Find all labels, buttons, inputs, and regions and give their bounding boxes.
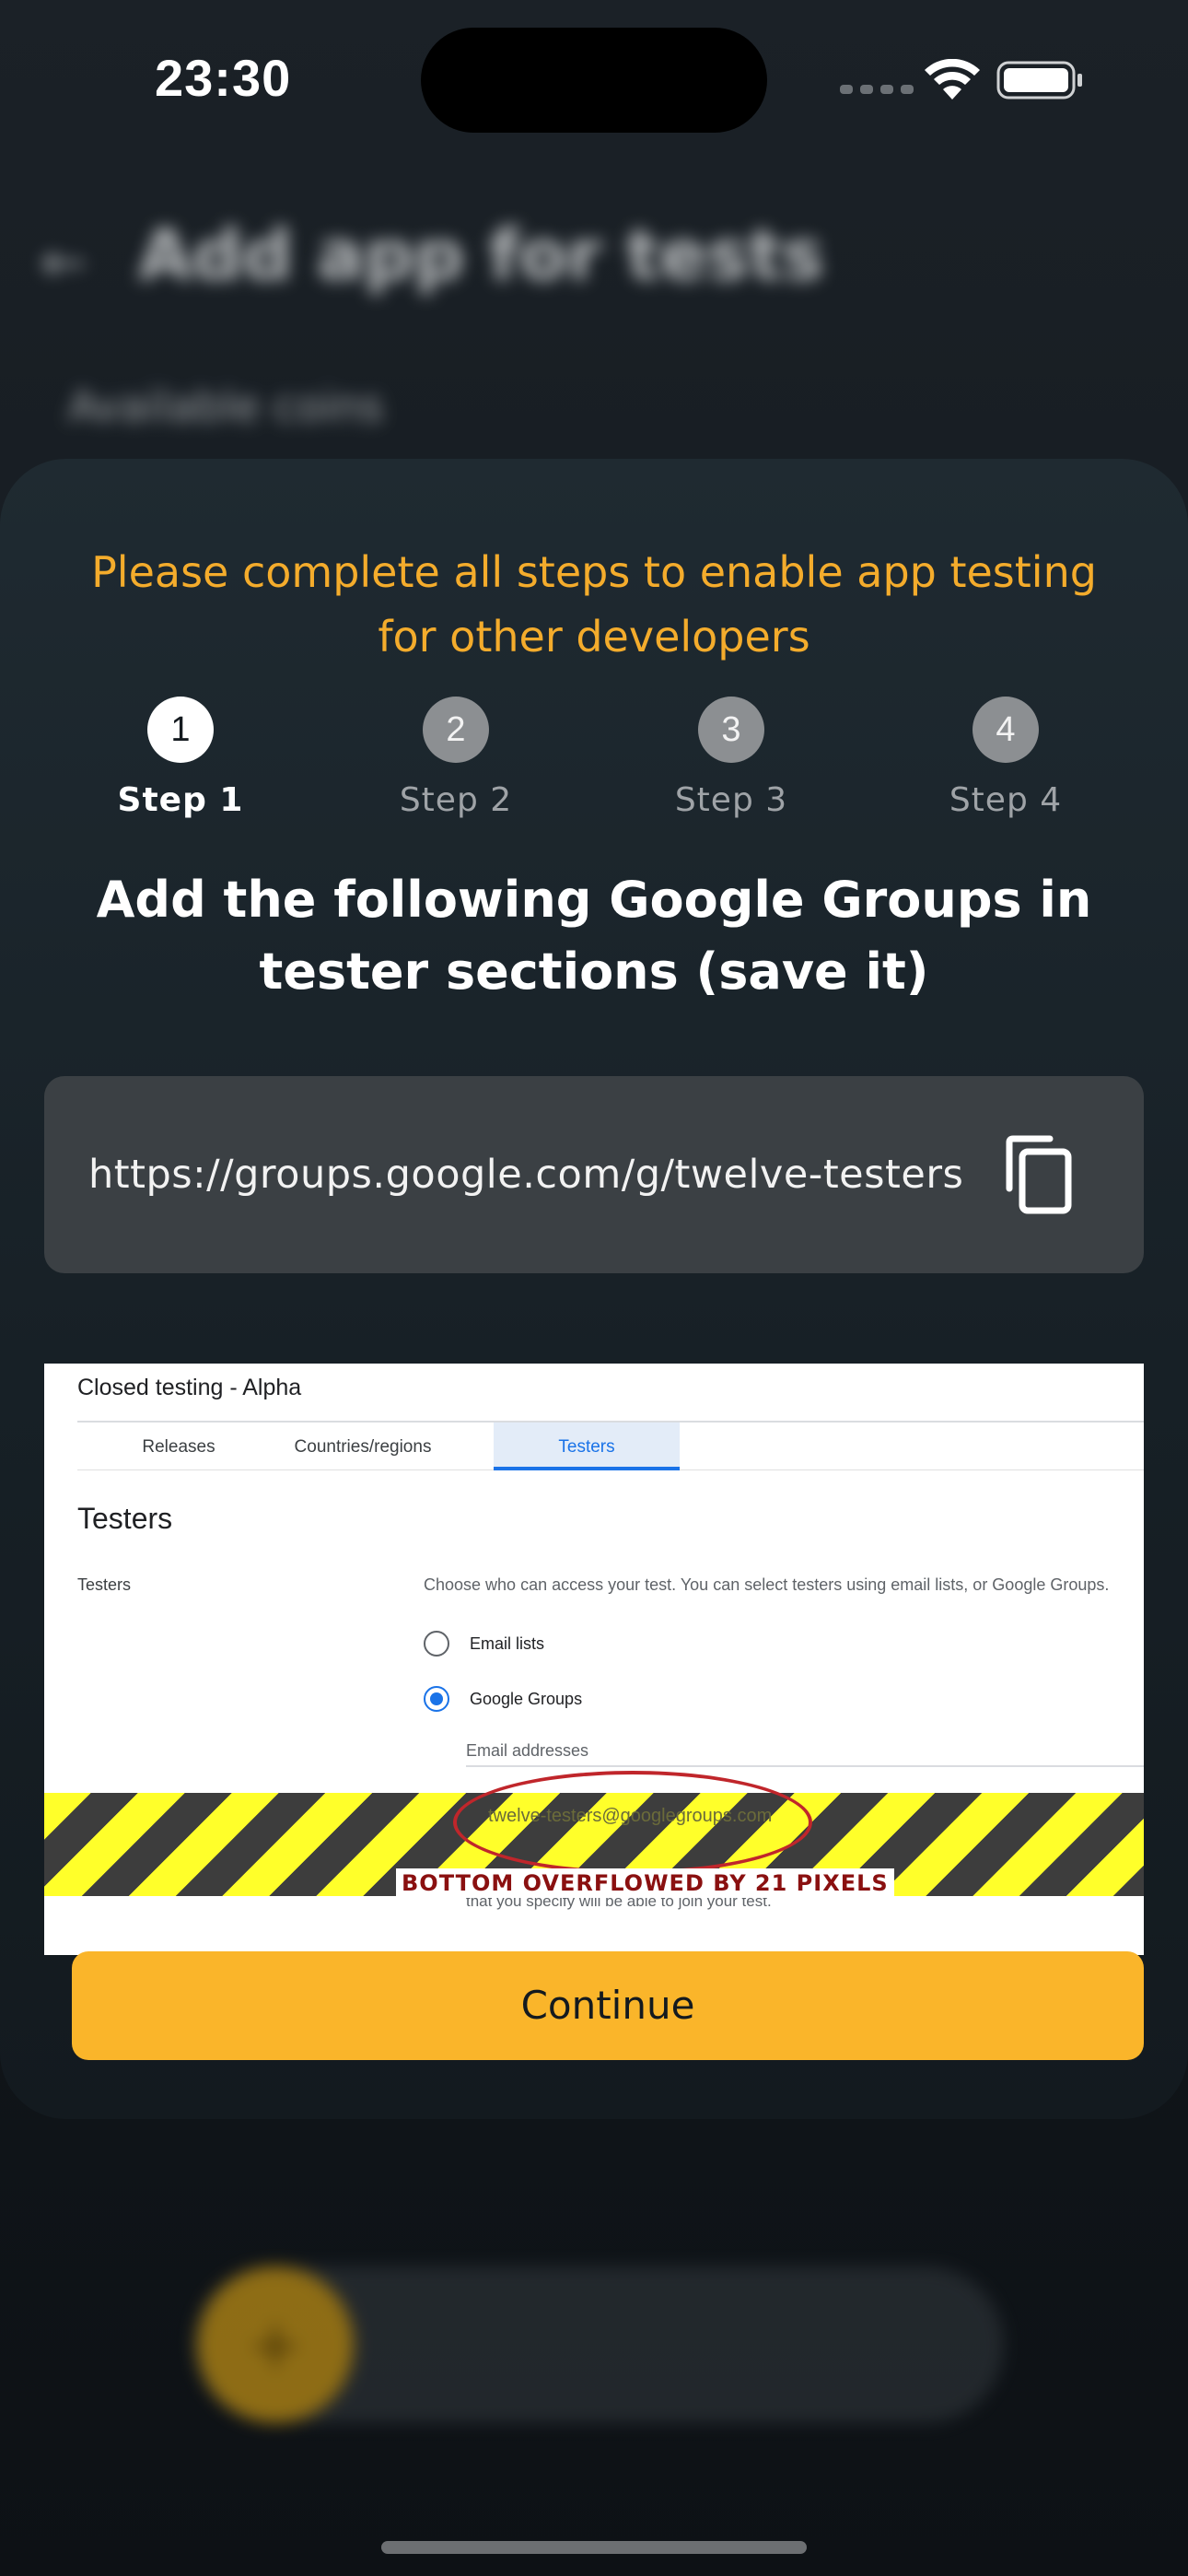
email-lists-label: Email lists: [470, 1634, 545, 1653]
step-number: 2: [423, 697, 489, 763]
step-label: Step 4: [949, 781, 1063, 819]
back-arrow-icon[interactable]: ←: [41, 230, 87, 295]
step-3[interactable]: 3 Step 3: [621, 697, 842, 819]
guide-left-label: Testers: [77, 1575, 132, 1594]
step-number: 3: [698, 697, 764, 763]
group-link[interactable]: https://groups.google.com/g/twelve-teste…: [88, 1152, 963, 1198]
step-2[interactable]: 2 Step 2: [345, 697, 566, 819]
dynamic-island: [421, 28, 767, 133]
guide-tabs: Releases Countries/regions Testers: [77, 1423, 1144, 1470]
stepper: 1 Step 1 2 Step 2 3 Step 3 4 Step 4: [0, 697, 1188, 835]
step-4[interactable]: 4 Step 4: [895, 697, 1116, 819]
battery-icon: [996, 61, 1082, 100]
step-1[interactable]: 1 Step 1: [70, 697, 291, 819]
step-label: Step 1: [117, 781, 244, 819]
status-time: 23:30: [155, 49, 292, 107]
cellular-signal-icon: [840, 85, 914, 94]
add-icon: +: [197, 2266, 354, 2423]
tab-countries-regions: Countries/regions: [294, 1437, 432, 1457]
step-label: Step 2: [399, 781, 513, 819]
email-addresses-field: [466, 1765, 1144, 1767]
highlight-oval: [453, 1771, 812, 1874]
google-groups-label: Google Groups: [470, 1690, 583, 1708]
guide-heading: Testers: [77, 1502, 173, 1535]
wifi-icon: [925, 59, 980, 100]
email-addresses-label: Email addresses: [466, 1741, 589, 1760]
status-bar: 23:30: [0, 0, 1188, 157]
group-link-box: https://groups.google.com/g/twelve-teste…: [44, 1076, 1144, 1273]
google-groups-radio: [424, 1686, 449, 1712]
step-label: Step 3: [674, 781, 788, 819]
step-instruction: Add the following Google Groups in teste…: [96, 871, 1092, 1001]
available-coins-label: Available coins: [68, 381, 384, 431]
guide-screenshot-title: Closed testing - Alpha: [77, 1375, 302, 1400]
email-lists-radio: [424, 1631, 449, 1657]
steps-dialog: Please complete all steps to enable app …: [0, 459, 1188, 2119]
tab-releases: Releases: [142, 1437, 215, 1457]
continue-button[interactable]: Continue: [72, 1951, 1144, 2060]
step-number: 4: [973, 697, 1039, 763]
guide-description: Choose who can access your test. You can…: [424, 1575, 1110, 1594]
step-number: 1: [147, 697, 214, 763]
home-indicator: [381, 2541, 807, 2554]
page-title: Add app for tests: [138, 214, 824, 296]
sheet-headline: Please complete all steps to enable app …: [91, 547, 1097, 662]
overflow-warning: BOTTOM OVERFLOWED BY 21 PIXELS: [396, 1868, 894, 1898]
copy-icon[interactable]: [1002, 1135, 1076, 1214]
tab-testers: Testers: [494, 1423, 680, 1470]
